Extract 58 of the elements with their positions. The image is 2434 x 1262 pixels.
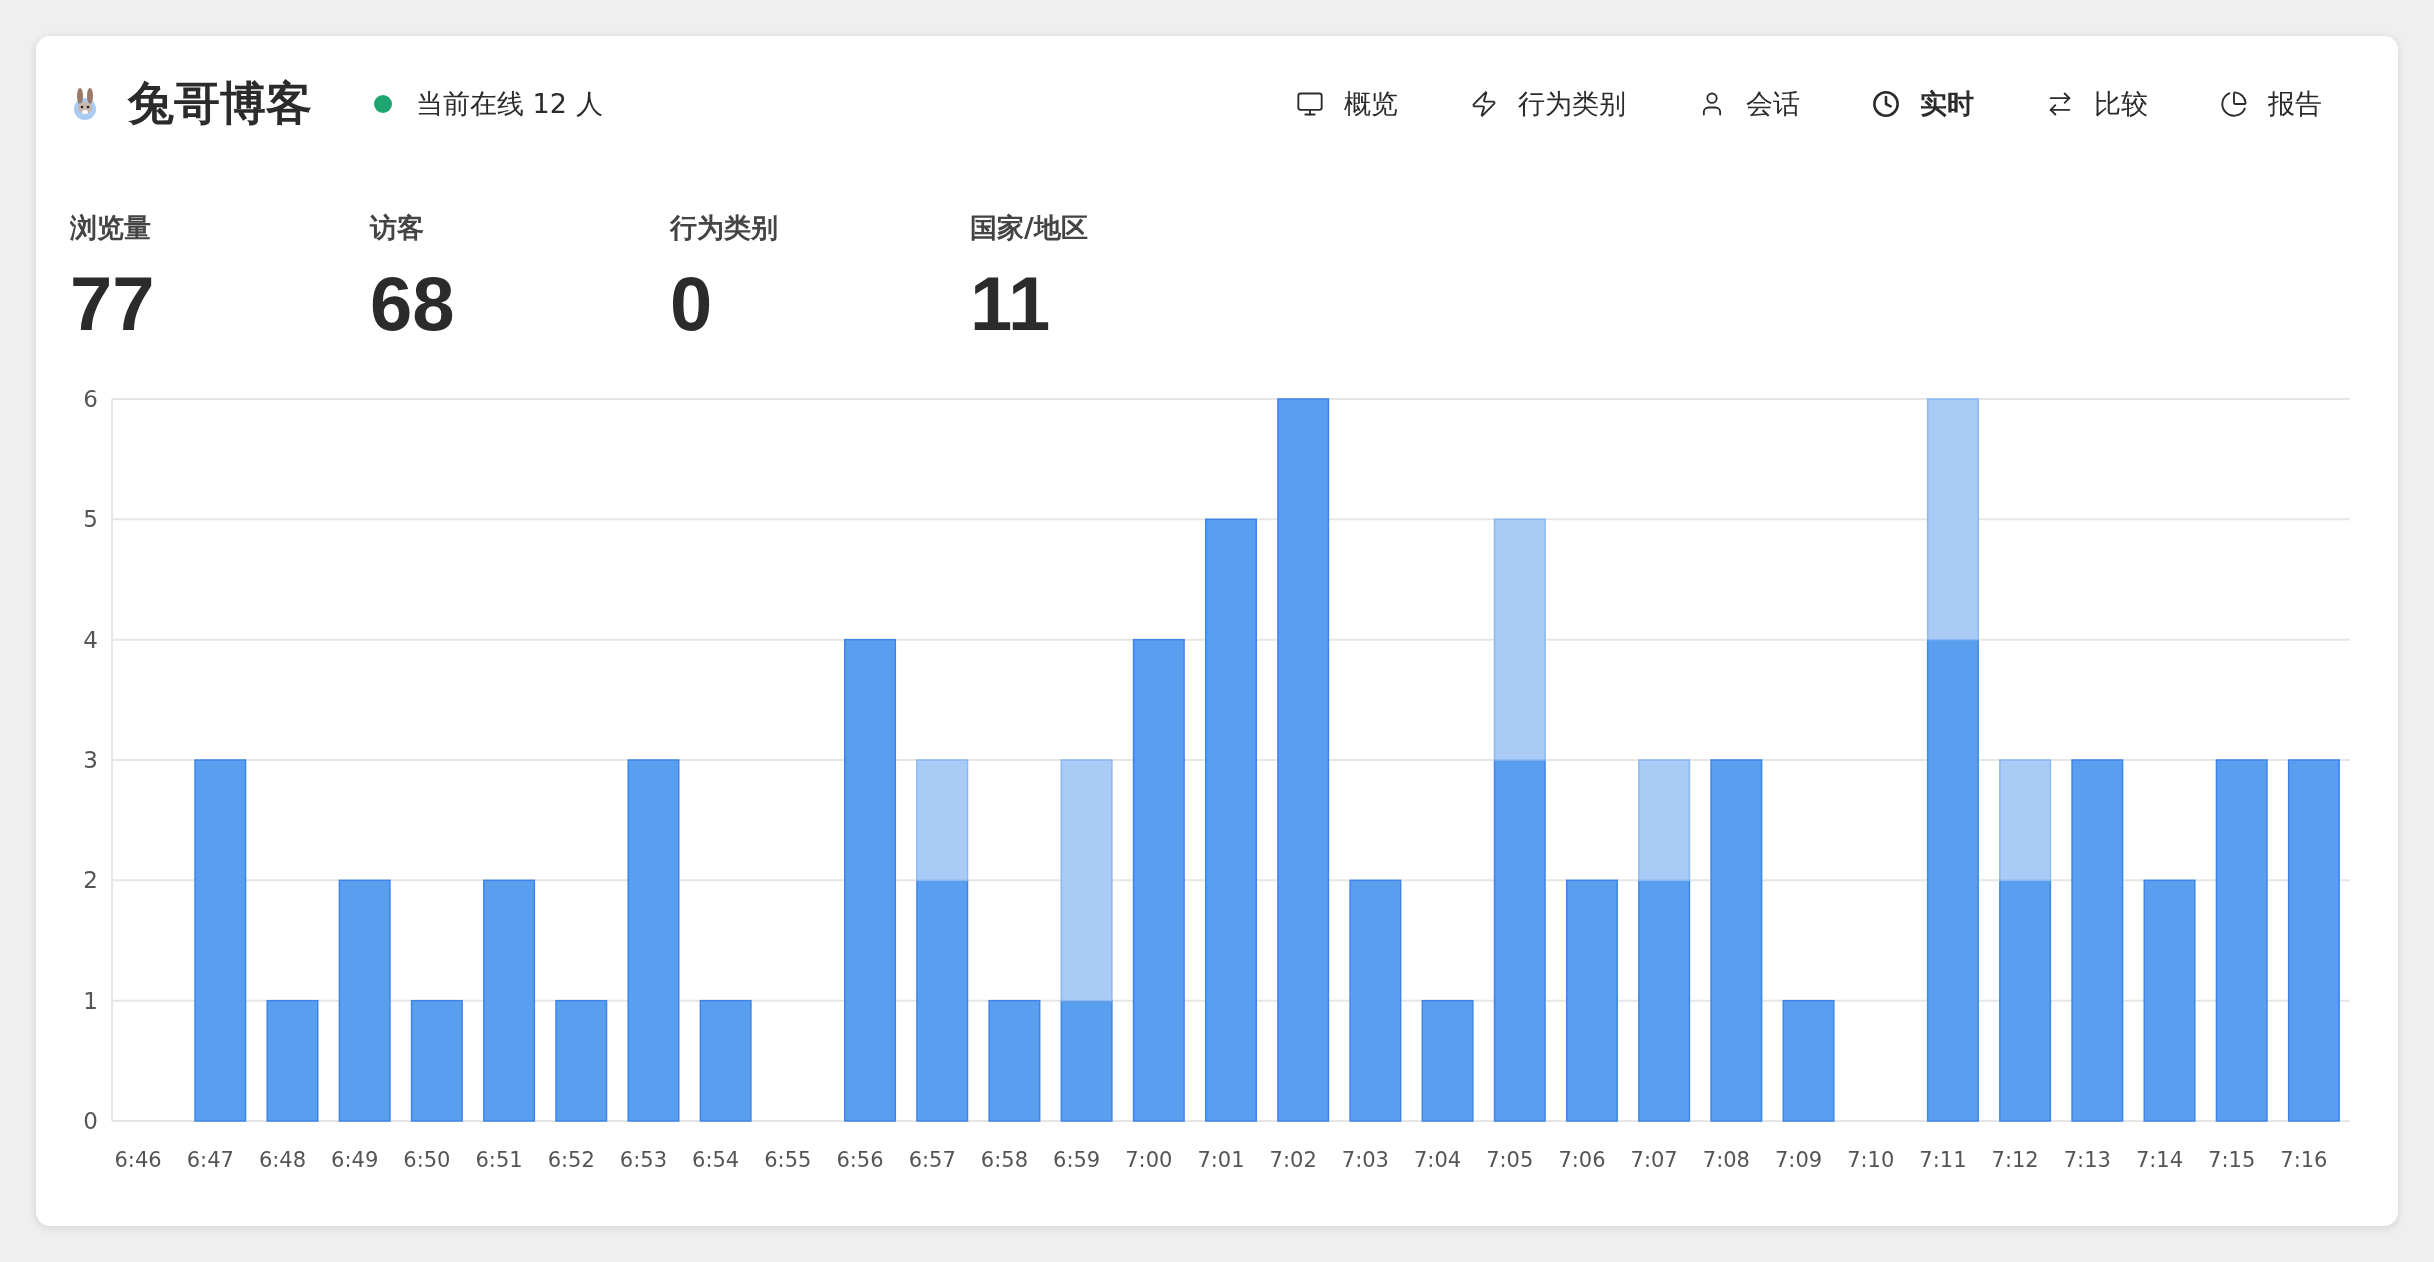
x-axis-label: 7:07 [1630,1147,1678,1172]
y-axis-label: 4 [83,626,98,653]
nav-tab[interactable]: 比较 [2046,86,2148,122]
x-axis-label: 6:46 [114,1147,162,1172]
lightning-icon [1470,90,1498,118]
monitor-icon [1296,90,1324,118]
x-axis-label: 7:14 [2135,1147,2184,1172]
x-axis-label: 6:55 [764,1147,812,1172]
x-axis-label: 7:12 [1991,1147,2039,1172]
pie-chart-icon [2220,90,2248,118]
x-axis-label: 6:53 [619,1147,668,1172]
x-axis-label: 7:02 [1269,1147,1317,1172]
y-axis-label: 5 [83,505,98,532]
x-axis-label: 7:03 [1341,1147,1389,1172]
stat-label: 行为类别 [670,211,779,245]
x-axis-label: 6:52 [547,1147,595,1172]
x-axis-label: 7:15 [2208,1147,2256,1172]
stat-value: 68 [370,262,456,346]
y-axis-label: 6 [83,385,98,412]
stat-label: 访客 [370,211,425,245]
x-axis-label: 6:49 [331,1147,379,1172]
nav-tab[interactable]: 会话 [1698,86,1800,122]
x-axis-label: 6:48 [258,1147,307,1172]
x-axis-label: 7:04 [1414,1147,1462,1172]
x-axis-label: 7:08 [1702,1147,1750,1172]
x-axis-label: 7:00 [1125,1147,1173,1172]
site-title: 兔哥博客 [128,75,312,132]
x-axis-label: 6:58 [980,1147,1028,1172]
x-axis-label: 7:09 [1774,1147,1823,1172]
x-axis-label: 7:10 [1847,1147,1895,1172]
stat-label: 浏览量 [70,211,152,245]
y-axis-label: 2 [83,866,98,893]
stat-value: 11 [970,262,1052,346]
x-axis-label: 6:51 [475,1147,523,1172]
online-count: 当前在线 12 人 [416,87,603,121]
x-axis-label: 7:16 [2280,1147,2328,1172]
nav-tab[interactable]: 概览 [1296,86,1398,122]
nav-tab[interactable]: 行为类别 [1470,86,1626,122]
y-axis-label: 0 [83,1107,98,1134]
x-axis-label: 6:54 [692,1147,740,1172]
x-axis-label: 6:50 [403,1147,451,1172]
x-axis-label: 7:06 [1558,1147,1606,1172]
x-axis-label: 7:13 [2063,1147,2111,1172]
stat-value: 77 [70,262,156,346]
stat-label: 国家/地区 [970,211,1089,245]
x-axis-label: 7:05 [1486,1147,1534,1172]
x-axis-label: 6:57 [908,1147,956,1172]
y-axis-label: 3 [83,746,98,773]
x-axis-label: 6:56 [836,1147,884,1172]
y-axis-label: 1 [83,987,98,1014]
nav-tab[interactable]: 报告 [2220,86,2322,122]
x-axis-label: 6:47 [186,1147,234,1172]
x-axis-label: 7:01 [1197,1147,1245,1172]
x-axis-label: 6:59 [1053,1147,1101,1172]
x-axis-label: 7:11 [1919,1147,1967,1172]
nav-tab[interactable]: 实时 [1872,86,1974,122]
stat-value: 0 [670,262,714,346]
clock-icon [1872,90,1900,118]
